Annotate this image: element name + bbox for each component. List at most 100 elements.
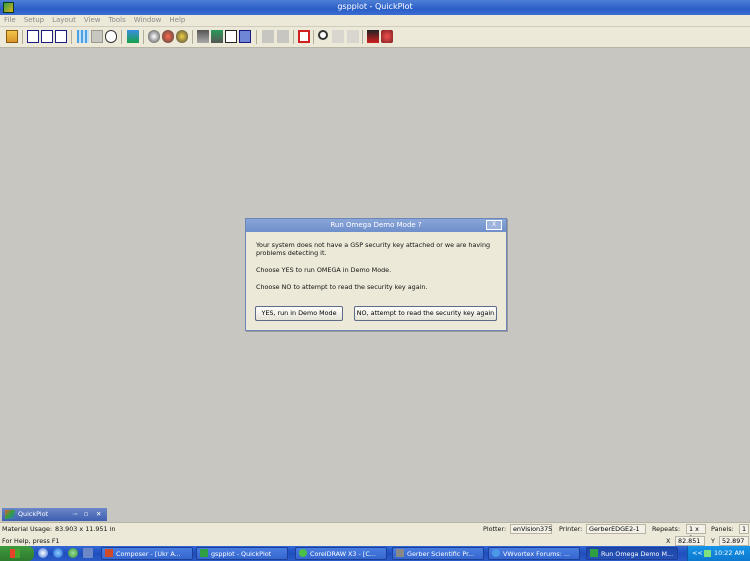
toolbar-separator: [256, 30, 257, 44]
task-label: gspplot - QuickPlot: [211, 550, 272, 558]
next-disabled-icon: [277, 30, 289, 43]
clock[interactable]: 10:22 AM: [714, 546, 744, 561]
printer-icon[interactable]: [197, 30, 209, 43]
toolbar-separator: [362, 30, 363, 44]
windows-flag-icon: [10, 549, 20, 558]
doc-tab-label: QuickPlot: [18, 510, 49, 518]
toolbar-separator: [313, 30, 314, 44]
task-label: VWvortex Forums: ...: [503, 550, 571, 558]
window-title: gspplot - QuickPlot: [337, 2, 413, 11]
dialog-titlebar: Run Omega Demo Mode ? X: [246, 219, 506, 232]
window-titlebar: gspplot - QuickPlot: [0, 0, 750, 15]
task-label: Composer - [Ukr A...: [116, 550, 181, 558]
close-icon[interactable]: ✕: [96, 508, 101, 521]
edge-icon[interactable]: [55, 30, 67, 43]
plot-stop-icon[interactable]: [162, 30, 174, 43]
ie-quicklaunch-icon[interactable]: [53, 548, 63, 558]
move-arrows-icon[interactable]: [225, 30, 237, 43]
repeats-value: 1 x 1: [686, 524, 706, 542]
menu-view[interactable]: View: [80, 15, 105, 26]
view-glasses-icon[interactable]: [105, 30, 117, 43]
task-coreldraw[interactable]: CorelDRAW X3 - [C...: [295, 547, 387, 560]
menu-file[interactable]: File: [0, 15, 20, 26]
desktop-quicklaunch-icon[interactable]: [38, 548, 48, 558]
plot-settings-icon[interactable]: [176, 30, 188, 43]
repeats-label: Repeats:: [652, 525, 680, 533]
print-setup-icon[interactable]: [211, 30, 223, 43]
disabled-tool-icon: [91, 30, 103, 43]
dialog-message-yes: Choose YES to run OMEGA in Demo Mode.: [256, 266, 392, 274]
y-coord-label: Y: [711, 537, 715, 545]
pin-icon[interactable]: ⊸: [72, 508, 77, 521]
task-run-omega[interactable]: Run Omega Demo M...: [586, 547, 678, 560]
window-icon[interactable]: [239, 30, 251, 43]
taskbar: Composer - [Ukr A... gspplot - QuickPlot…: [0, 546, 750, 561]
menu-layout[interactable]: Layout: [48, 15, 80, 26]
panels-value: 1: [739, 524, 749, 534]
toolbar: [0, 27, 750, 48]
previous-disabled-icon: [262, 30, 274, 43]
start-button[interactable]: [0, 546, 34, 561]
dialog-title: Run Omega Demo Mode ?: [330, 221, 422, 229]
task-composer[interactable]: Composer - [Ukr A...: [101, 547, 193, 560]
center-icon[interactable]: [41, 30, 53, 43]
task-label: CorelDRAW X3 - [C...: [310, 550, 376, 558]
toolbar-separator: [22, 30, 23, 44]
printer-value: GerberEDGE2-1: [586, 524, 646, 534]
omega-app-icon: [590, 549, 598, 557]
zoom-icon[interactable]: [318, 30, 328, 40]
quickplot-icon: [5, 510, 15, 519]
browser-app-icon: [492, 549, 500, 557]
dialog-message-no: Choose NO to attempt to read the securit…: [256, 283, 428, 291]
gerber-app-icon: [396, 549, 404, 557]
tray-overflow-button[interactable]: <<: [692, 546, 703, 561]
menu-help[interactable]: Help: [165, 15, 189, 26]
plot-icon[interactable]: [148, 30, 160, 43]
task-label: Gerber Scientific Pr...: [407, 550, 475, 558]
help-pointer-icon[interactable]: [367, 30, 379, 43]
menubar: File Setup Layout View Tools Window Help: [0, 15, 750, 27]
select-frame-icon[interactable]: [298, 30, 310, 43]
toolbar-separator: [143, 30, 144, 44]
fit-disabled-icon: [347, 30, 359, 43]
messenger-quicklaunch-icon[interactable]: [68, 548, 78, 558]
coreldraw-app-icon: [299, 549, 307, 557]
open-folder-icon[interactable]: [6, 30, 18, 43]
menu-window[interactable]: Window: [130, 15, 166, 26]
no-retry-button[interactable]: NO, attempt to read the security key aga…: [354, 306, 497, 321]
help-hint: For Help, press F1: [2, 537, 60, 545]
restore-icon[interactable]: ▫: [84, 508, 88, 521]
about-icon[interactable]: [381, 30, 393, 43]
grid-icon[interactable]: [77, 30, 89, 43]
composer-app-icon: [105, 549, 113, 557]
plotter-label: Plotter:: [483, 525, 507, 533]
task-vwvortex[interactable]: VWvortex Forums: ...: [488, 547, 580, 560]
task-gspplot[interactable]: gspplot - QuickPlot: [196, 547, 288, 560]
x-coord-label: X: [666, 537, 671, 545]
demo-mode-dialog: Run Omega Demo Mode ? X Your system does…: [245, 218, 507, 331]
task-gerber[interactable]: Gerber Scientific Pr...: [392, 547, 484, 560]
toolbar-separator: [121, 30, 122, 44]
toolbar-separator: [71, 30, 72, 44]
printer-label: Printer:: [559, 525, 583, 533]
toolbar-separator: [293, 30, 294, 44]
menu-setup[interactable]: Setup: [20, 15, 48, 26]
dialog-message-key: Your system does not have a GSP security…: [256, 241, 491, 257]
quickplot-doc-tab[interactable]: QuickPlot ⊸ ▫ ✕: [2, 508, 107, 521]
statusbar: Material Usage: 83.903 x 11.951 in For H…: [0, 522, 750, 547]
material-usage-label: Material Usage:: [2, 525, 53, 533]
task-label: Run Omega Demo M...: [601, 550, 674, 558]
toolbar-separator: [192, 30, 193, 44]
plotter-value: enVision375: [510, 524, 552, 534]
network-tray-icon[interactable]: [704, 550, 711, 557]
align-left-icon[interactable]: [27, 30, 39, 43]
gspplot-app-icon: [200, 549, 208, 557]
y-coord-value: 52.897: [719, 536, 749, 546]
yes-demo-button[interactable]: YES, run in Demo Mode: [255, 306, 343, 321]
menu-tools[interactable]: Tools: [105, 15, 130, 26]
close-icon[interactable]: X: [486, 220, 502, 230]
show-desktop-icon[interactable]: [83, 548, 93, 558]
x-coord-value: 82.851: [675, 536, 705, 546]
panels-label: Panels:: [711, 525, 734, 533]
network-icon[interactable]: [127, 30, 139, 43]
